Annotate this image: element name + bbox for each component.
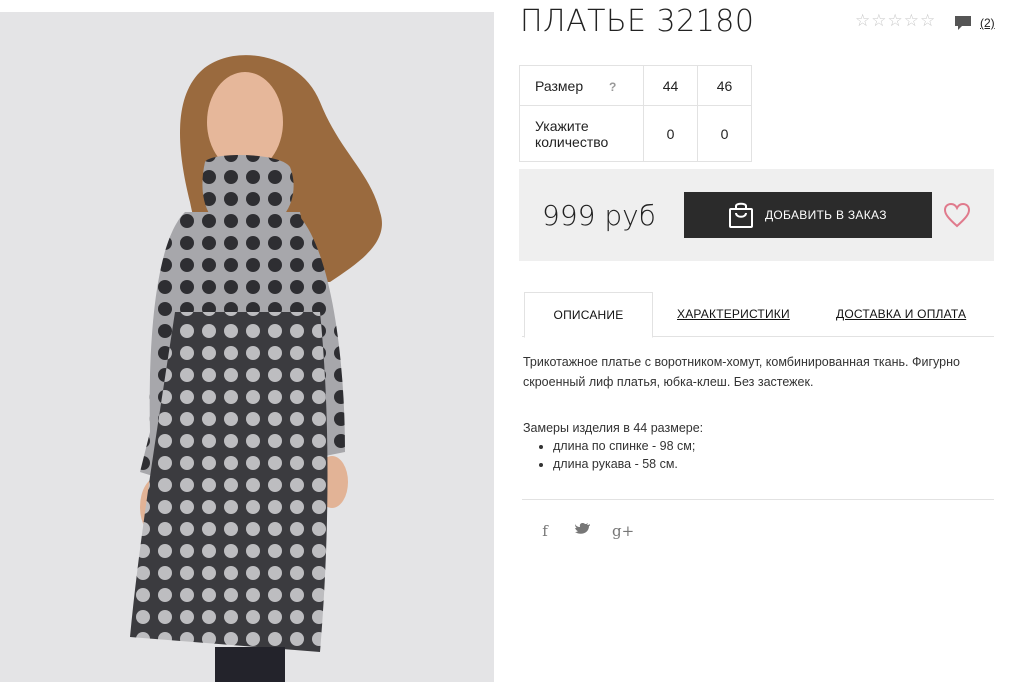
quantity-row: Укажите количество 0 0	[519, 105, 752, 162]
list-item: длина рукава - 58 см.	[553, 455, 703, 473]
product-photo-illustration	[130, 55, 382, 682]
size-row: Размер ? 44 46	[519, 65, 752, 106]
product-tabs: ОПИСАНИЕ ХАРАКТЕРИСТИКИ ДОСТАВКА И ОПЛАТ…	[522, 292, 994, 338]
quantity-input-44[interactable]: 0	[643, 105, 698, 162]
google-plus-icon[interactable]: g+	[612, 522, 634, 540]
star-icon[interactable]: ☆	[920, 12, 935, 30]
measurements: Замеры изделия в 44 размере: длина по сп…	[523, 419, 703, 473]
add-to-order-button[interactable]: ДОБАВИТЬ В ЗАКАЗ	[684, 192, 932, 238]
list-item: длина по спинке - 98 см;	[553, 437, 703, 455]
twitter-icon[interactable]	[574, 522, 592, 540]
star-icon[interactable]: ☆	[871, 12, 886, 30]
facebook-icon[interactable]: f	[536, 522, 554, 540]
comment-icon[interactable]	[954, 14, 972, 32]
heart-icon[interactable]	[943, 202, 971, 228]
product-image[interactable]	[0, 12, 494, 682]
divider	[522, 499, 994, 500]
size-label: Размер	[535, 77, 584, 94]
size-table: Размер ? 44 46 Укажите количество 0 0	[519, 65, 752, 162]
size-help-icon[interactable]: ?	[609, 80, 616, 94]
measurements-list: длина по спинке - 98 см; длина рукава - …	[523, 437, 703, 473]
tab-description[interactable]: ОПИСАНИЕ	[524, 292, 653, 338]
social-share: f g+	[536, 522, 634, 540]
add-to-order-label: ДОБАВИТЬ В ЗАКАЗ	[765, 208, 887, 222]
product-title: ПЛАТЬЕ 32180	[520, 4, 755, 39]
price-box: 999 руб ДОБАВИТЬ В ЗАКАЗ	[519, 169, 994, 261]
star-icon[interactable]: ☆	[888, 12, 903, 30]
tab-delivery-payment[interactable]: ДОСТАВКА И ОПЛАТА	[836, 292, 966, 336]
quantity-label: Укажите количество	[519, 105, 644, 162]
product-price: 999 руб	[542, 199, 656, 232]
measurements-title: Замеры изделия в 44 размере:	[523, 421, 704, 435]
reviews-count-link[interactable]: (2)	[980, 16, 995, 30]
description-text: Трикотажное платье с воротником-хомут, к…	[523, 355, 960, 389]
size-label-cell: Размер ?	[519, 65, 644, 106]
size-option-44[interactable]: 44	[643, 65, 698, 106]
star-icon[interactable]: ☆	[855, 12, 870, 30]
tab-characteristics[interactable]: ХАРАКТЕРИСТИКИ	[677, 292, 790, 336]
size-option-46[interactable]: 46	[697, 65, 752, 106]
rating-stars[interactable]: ☆ ☆ ☆ ☆ ☆	[855, 12, 935, 30]
quantity-input-46[interactable]: 0	[697, 105, 752, 162]
shopping-bag-icon	[729, 202, 753, 228]
star-icon[interactable]: ☆	[904, 12, 919, 30]
product-description: Трикотажное платье с воротником-хомут, к…	[523, 352, 998, 392]
